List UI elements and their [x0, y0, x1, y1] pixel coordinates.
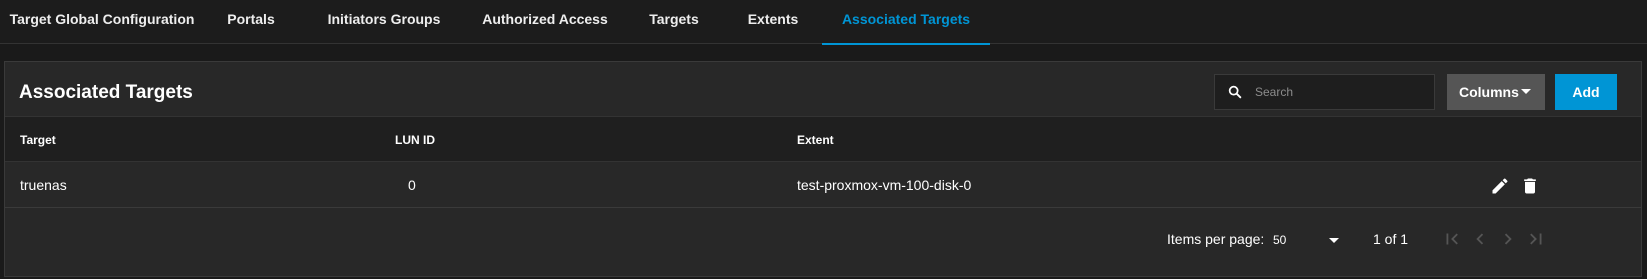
chevron-down-icon — [1329, 238, 1339, 243]
add-button[interactable]: Add — [1555, 74, 1617, 110]
search-input[interactable] — [1255, 75, 1430, 109]
tab-extents[interactable]: Extents — [724, 0, 822, 44]
cell-target: truenas — [20, 177, 67, 193]
previous-page-icon[interactable] — [1469, 228, 1491, 250]
next-page-icon[interactable] — [1497, 228, 1519, 250]
column-header-target[interactable]: Target — [20, 133, 56, 147]
column-header-lun-id[interactable]: LUN ID — [395, 133, 435, 147]
edit-icon[interactable] — [1490, 176, 1510, 196]
tab-targets[interactable]: Targets — [624, 0, 724, 44]
items-per-page-value: 50 — [1273, 233, 1287, 247]
chevron-down-icon — [1521, 89, 1531, 94]
card-title: Associated Targets — [19, 82, 193, 103]
cell-extent: test-proxmox-vm-100-disk-0 — [797, 177, 972, 193]
columns-button-label: Columns — [1459, 84, 1519, 100]
card-header: Associated Targets Columns Add — [5, 62, 1641, 120]
last-page-icon[interactable] — [1525, 228, 1547, 250]
tab-initiators-groups[interactable]: Initiators Groups — [302, 0, 466, 44]
items-per-page-label: Items per page: — [1167, 231, 1265, 247]
columns-button[interactable]: Columns — [1447, 74, 1545, 110]
first-page-icon[interactable] — [1441, 228, 1463, 250]
page-range-label: 1 of 1 — [1373, 231, 1409, 247]
tab-bar: Target Global Configuration Portals Init… — [0, 0, 1647, 45]
items-per-page-select[interactable]: 50 — [1267, 226, 1347, 254]
table-row: truenas 0 test-proxmox-vm-100-disk-0 — [5, 162, 1641, 208]
table-header-row: Target LUN ID Extent — [5, 116, 1641, 162]
search-box[interactable] — [1214, 74, 1435, 110]
tab-authorized-access[interactable]: Authorized Access — [466, 0, 624, 44]
cell-lun-id: 0 — [408, 177, 416, 193]
tab-associated-targets[interactable]: Associated Targets — [822, 0, 990, 45]
paginator: Items per page: 50 1 of 1 — [5, 208, 1641, 276]
tab-portals[interactable]: Portals — [200, 0, 302, 44]
search-icon — [1228, 85, 1242, 99]
delete-icon[interactable] — [1520, 176, 1540, 196]
associated-targets-card: Associated Targets Columns Add Target LU… — [4, 61, 1642, 277]
tab-target-global-configuration[interactable]: Target Global Configuration — [4, 0, 200, 44]
column-header-extent[interactable]: Extent — [797, 133, 834, 147]
